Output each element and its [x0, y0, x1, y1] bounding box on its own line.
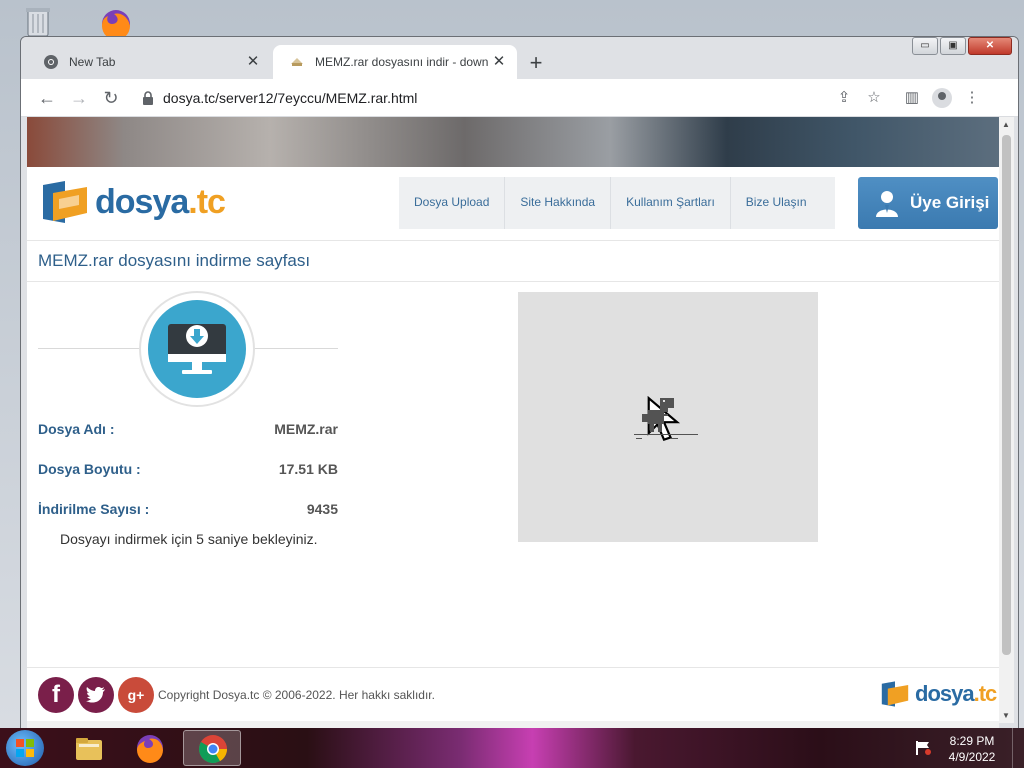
menu-item-upload[interactable]: Dosya Upload: [399, 177, 506, 229]
download-count-value: 9435: [306, 501, 338, 517]
logo-text: dosya.tc: [95, 182, 226, 222]
browser-toolbar: ← → ↻ dosya.tc/server12/7eyccu/MEMZ.rar.…: [21, 79, 1018, 117]
login-button[interactable]: Üye Girişi: [858, 177, 998, 229]
menu-dots-icon[interactable]: ⋮: [957, 83, 987, 113]
firefox-icon: [137, 735, 163, 763]
ad-placeholder[interactable]: [518, 292, 818, 542]
taskbar-firefox[interactable]: [121, 730, 179, 766]
file-name-value: MEMZ.rar: [274, 421, 338, 437]
offline-dino-icon: [634, 398, 698, 439]
page-viewport: dosya.tc Dosya Upload Site Hakkında Kull…: [27, 117, 999, 723]
scroll-up-icon[interactable]: ▲: [1002, 120, 1010, 129]
system-clock[interactable]: 8:29 PM 4/9/2022: [944, 733, 1000, 765]
monitor-download-icon: [168, 324, 226, 374]
logo-text-dosya: dosya: [915, 681, 975, 706]
scroll-down-icon[interactable]: ▼: [1002, 711, 1010, 720]
file-size-label: Dosya Boyutu :: [38, 461, 141, 477]
chrome-icon: [44, 55, 58, 69]
clock-date: 4/9/2022: [948, 750, 996, 764]
facebook-icon[interactable]: f: [38, 677, 74, 713]
share-icon[interactable]: ⇪: [829, 83, 859, 113]
minimize-button[interactable]: ▭: [912, 37, 938, 55]
logo-text-tc: .tc: [973, 681, 998, 706]
scrollbar-thumb[interactable]: [1002, 135, 1011, 655]
action-center-flag-icon[interactable]: [914, 740, 932, 756]
logo-mark-icon: [43, 181, 87, 223]
file-name-label: Dosya Adı :: [38, 421, 115, 437]
lock-icon: [143, 91, 153, 105]
menu-item-contact[interactable]: Bize Ulaşın: [731, 177, 835, 229]
wait-message: Dosyayı indirmek için 5 saniye bekleyini…: [60, 531, 318, 547]
side-panel-icon[interactable]: ▥: [897, 83, 927, 113]
site-logo[interactable]: dosya.tc: [39, 177, 226, 227]
download-badge: [139, 291, 255, 407]
menu-item-terms[interactable]: Kullanım Şartları: [611, 177, 731, 229]
login-label: Üye Girişi: [910, 193, 990, 212]
download-graphic: [38, 287, 338, 407]
close-tab-icon[interactable]: ✕: [489, 52, 509, 72]
reload-icon[interactable]: ↻: [99, 86, 123, 110]
taskbar: 8:29 PM 4/9/2022: [0, 728, 1024, 768]
footer-logo-text: dosya.tc: [915, 681, 998, 707]
page-icon: [291, 58, 303, 66]
taskbar-chrome[interactable]: [183, 730, 241, 766]
recycle-bin-icon[interactable]: [18, 4, 58, 40]
firefox-desktop-icon[interactable]: [94, 4, 134, 40]
windows-logo-icon: [16, 739, 34, 757]
close-tab-icon[interactable]: ✕: [243, 52, 263, 72]
divider: [27, 281, 999, 282]
divider: [27, 667, 999, 668]
folder-icon: [76, 738, 102, 760]
tab-title: MEMZ.rar dosyasını indir - downl: [315, 55, 489, 69]
vertical-scrollbar[interactable]: ▲ ▼: [999, 117, 1014, 723]
logo-text-tc: .tc: [188, 182, 226, 221]
toolbar-actions: ⇪ ☆ ▥ ⋮: [829, 83, 987, 113]
menu-item-about[interactable]: Site Hakkında: [505, 177, 612, 229]
google-plus-icon[interactable]: g+: [118, 677, 154, 713]
tab-memz-download[interactable]: MEMZ.rar dosyasını indir - downl ✕: [273, 45, 517, 79]
user-icon: [876, 191, 898, 217]
logo-mark-icon: [881, 681, 909, 707]
browser-window: New Tab ✕ MEMZ.rar dosyasını indir - dow…: [20, 36, 1019, 730]
forward-arrow-icon[interactable]: →: [67, 86, 91, 110]
download-circle: [148, 300, 246, 398]
copyright-text: Copyright Dosya.tc © 2006-2022. Her hakk…: [158, 688, 435, 702]
tab-title: New Tab: [69, 55, 116, 69]
bookmark-star-icon[interactable]: ☆: [859, 83, 889, 113]
tab-strip: New Tab ✕ MEMZ.rar dosyasını indir - dow…: [21, 37, 1018, 79]
site-header: dosya.tc Dosya Upload Site Hakkında Kull…: [27, 167, 999, 241]
maximize-button[interactable]: ▣: [940, 37, 966, 55]
taskbar-explorer[interactable]: [60, 730, 118, 766]
start-button[interactable]: [6, 730, 44, 766]
twitter-icon[interactable]: [78, 677, 114, 713]
file-size-value: 17.51 KB: [278, 461, 338, 477]
show-desktop-button[interactable]: [1012, 728, 1024, 768]
close-window-button[interactable]: ✕: [968, 37, 1012, 55]
page-title: MEMZ.rar dosyasını indirme sayfası: [38, 251, 311, 270]
new-tab-button[interactable]: +: [523, 50, 549, 76]
download-count-label: İndirilme Sayısı :: [38, 501, 150, 517]
main-menu: Dosya Upload Site Hakkında Kullanım Şart…: [399, 177, 835, 229]
url-text[interactable]: dosya.tc/server12/7eyccu/MEMZ.rar.html: [163, 90, 417, 106]
tab-new-tab[interactable]: New Tab ✕: [27, 45, 271, 79]
address-bar[interactable]: dosya.tc/server12/7eyccu/MEMZ.rar.html ⇪…: [127, 83, 987, 113]
window-controls: ▭ ▣ ✕: [912, 37, 1012, 55]
logo-text-dosya: dosya: [95, 182, 189, 221]
profile-icon[interactable]: [932, 88, 952, 108]
header-banner: [27, 117, 999, 167]
clock-time: 8:29 PM: [949, 734, 995, 748]
footer-logo[interactable]: dosya.tc: [879, 679, 998, 709]
back-arrow-icon[interactable]: ←: [35, 86, 59, 110]
chrome-icon: [199, 735, 227, 763]
